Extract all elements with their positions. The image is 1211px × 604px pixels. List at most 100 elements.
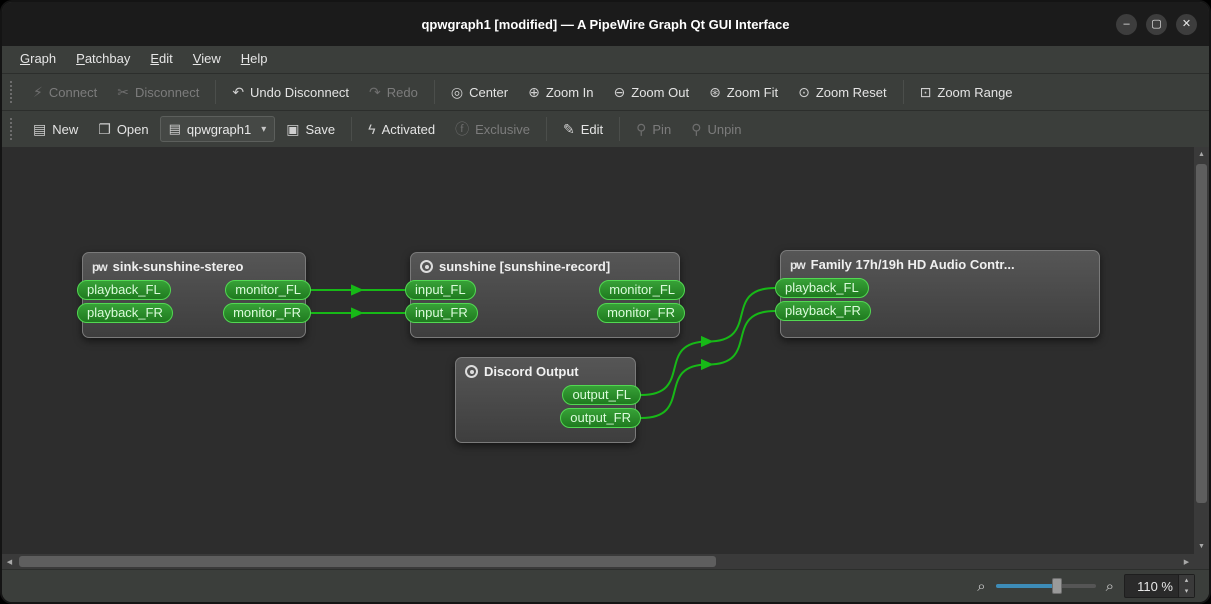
scroll-left-arrow-icon[interactable]: ◀ (2, 554, 17, 569)
menu-patchbay[interactable]: Patchbay (66, 46, 140, 73)
vertical-scroll-handle[interactable] (1196, 164, 1207, 504)
edit-icon: ✎ (562, 120, 575, 137)
edit-button[interactable]: ✎ Edit (554, 116, 612, 143)
toolbar-button-label: New (52, 121, 79, 137)
node-ports: input_FL input_FR monitor_FL monitor_FR (405, 277, 685, 323)
toolbar-button-label: Connect (48, 84, 98, 100)
toolbar-button-label: Undo Disconnect (250, 84, 350, 100)
toolbar-button-label: Edit (580, 121, 604, 137)
activated-button[interactable]: ϟ Activated (359, 116, 444, 142)
menu-help[interactable]: Help (231, 46, 278, 73)
node-title: Discord Output (484, 364, 579, 379)
toolbar-handle[interactable] (10, 118, 15, 140)
zoom-spin-down-icon[interactable]: ▾ (1179, 586, 1194, 597)
close-button[interactable]: ✕ (1176, 13, 1197, 35)
toolbar-button-label: Redo (386, 84, 418, 100)
zoom-range-icon: ⊡ (919, 83, 932, 100)
menubar: Graph Patchbay Edit View Help (2, 46, 1209, 73)
application-icon (420, 260, 433, 273)
application-icon (465, 365, 478, 378)
vertical-scrollbar[interactable]: ▲ ▼ (1194, 147, 1209, 554)
zoom-reset-button[interactable]: ⊙ Zoom Reset (789, 79, 896, 106)
toolbar-separator (215, 80, 217, 104)
undo-icon: ↶ (232, 83, 245, 100)
zoom-fit-button[interactable]: ⊛ Zoom Fit (700, 79, 787, 106)
pipewire-icon: pw (92, 259, 108, 274)
scroll-down-arrow-icon[interactable]: ▼ (1194, 539, 1209, 554)
port-input_FR[interactable]: input_FR (405, 303, 478, 323)
toolbar-separator (902, 80, 904, 104)
open-folder-icon: ❐ (98, 120, 111, 137)
graph-canvas[interactable]: pw sink-sunshine-stereo playback_FL playbac… (2, 147, 1194, 554)
session-combo-label: qpwgraph1 (186, 121, 252, 137)
zoom-value: 110 % (1137, 578, 1173, 594)
titlebar[interactable]: qpwgraph1 [modified] — A PipeWire Graph … (2, 2, 1209, 46)
port-monitor_FL[interactable]: monitor_FL (599, 280, 685, 300)
redo-button: ↷ Redo (360, 79, 427, 106)
zoom-out-icon: ⊖ (613, 83, 626, 100)
input-ports: input_FL input_FR (405, 280, 478, 323)
port-monitor_FR[interactable]: monitor_FR (597, 303, 685, 323)
port-output_FL[interactable]: output_FL (562, 385, 641, 405)
disconnect-button: ✂ Disconnect (108, 79, 208, 106)
node-title: Family 17h/19h HD Audio Contr... (810, 257, 1015, 272)
port-monitor_FL[interactable]: monitor_FL (225, 280, 311, 300)
node-sink-sunshine-stereo[interactable]: pw sink-sunshine-stereo playback_FL playbac… (77, 252, 311, 338)
activated-icon: ϟ (368, 121, 376, 137)
center-icon: ◎ (450, 83, 464, 100)
scrollbar-corner (1194, 554, 1209, 569)
zoom-out-button[interactable]: ⊖ Zoom Out (605, 79, 699, 106)
zoom-spinbox[interactable]: 110 % ▴ ▾ (1124, 574, 1195, 598)
toolbar-button-label: Zoom In (545, 84, 594, 100)
toolbar-handle[interactable] (10, 81, 15, 103)
menu-view[interactable]: View (183, 46, 231, 73)
center-button[interactable]: ◎ Center (442, 79, 517, 106)
port-playback_FL[interactable]: playback_FL (77, 280, 171, 300)
minimize-button[interactable]: – (1116, 13, 1137, 35)
statusbar-zoom-in-icon[interactable]: ⌕ (1106, 578, 1114, 595)
scroll-right-arrow-icon[interactable]: ▶ (1179, 554, 1194, 569)
toolbar-button-label: Zoom Fit (726, 84, 779, 100)
undo-disconnect-button[interactable]: ↶ Undo Disconnect (223, 79, 358, 106)
maximize-button[interactable]: ▢ (1146, 13, 1167, 35)
port-playback_FR[interactable]: playback_FR (77, 303, 173, 323)
horizontal-scroll-handle[interactable] (19, 556, 717, 567)
toolbar-button-label: Disconnect (135, 84, 200, 100)
port-playback_FR[interactable]: playback_FR (775, 301, 871, 321)
node-title: sunshine [sunshine-record] (439, 259, 611, 274)
new-button[interactable]: ▤ New (24, 116, 87, 143)
node-family-hd-audio[interactable]: pw Family 17h/19h HD Audio Contr... playba… (775, 250, 1100, 338)
zoom-slider-track[interactable] (995, 584, 1096, 588)
toolbar-button-label: Zoom Out (631, 84, 690, 100)
vertical-scroll-track[interactable] (1194, 162, 1209, 539)
node-title-bar: Discord Output (456, 358, 635, 382)
toolbar-button-label: Zoom Reset (815, 84, 887, 100)
node-discord-output[interactable]: Discord Output output_FL output_FR (455, 357, 641, 443)
horizontal-scrollbar[interactable]: ◀ ▶ (2, 554, 1194, 569)
node-sunshine[interactable]: sunshine [sunshine-record] input_FL input_… (405, 252, 685, 338)
toolbar-button-label: Pin (652, 121, 672, 137)
open-button[interactable]: ❐ Open (89, 116, 157, 143)
port-playback_FL[interactable]: playback_FL (775, 278, 869, 298)
horizontal-scroll-track[interactable] (17, 554, 1179, 569)
zoom-slider-handle[interactable] (1051, 578, 1062, 594)
statusbar-zoom-out-icon[interactable]: ⌕ (977, 578, 985, 595)
port-monitor_FR[interactable]: monitor_FR (223, 303, 311, 323)
toolbar-separator (545, 117, 547, 141)
connect-button: ⚡ Connect (24, 79, 106, 106)
save-button[interactable]: ▣ Save (277, 116, 344, 143)
menu-edit[interactable]: Edit (140, 46, 182, 73)
unpin-button: ⚲ Unpin (682, 116, 750, 143)
port-output_FR[interactable]: output_FR (560, 408, 641, 428)
toolbar-separator (619, 117, 621, 141)
zoom-in-button[interactable]: ⊕ Zoom In (519, 79, 602, 106)
scroll-up-arrow-icon[interactable]: ▲ (1194, 147, 1209, 162)
zoom-spin-up-icon[interactable]: ▴ (1179, 575, 1194, 586)
menu-graph[interactable]: Graph (10, 46, 66, 73)
zoom-spin-arrows: ▴ ▾ (1178, 575, 1194, 597)
zoom-range-button[interactable]: ⊡ Zoom Range (911, 79, 1022, 106)
port-input_FL[interactable]: input_FL (405, 280, 476, 300)
session-combo[interactable]: ▤ qpwgraph1 ▾ (159, 116, 276, 142)
zoom-slider[interactable] (995, 577, 1096, 595)
zoom-reset-icon: ⊙ (798, 83, 810, 100)
